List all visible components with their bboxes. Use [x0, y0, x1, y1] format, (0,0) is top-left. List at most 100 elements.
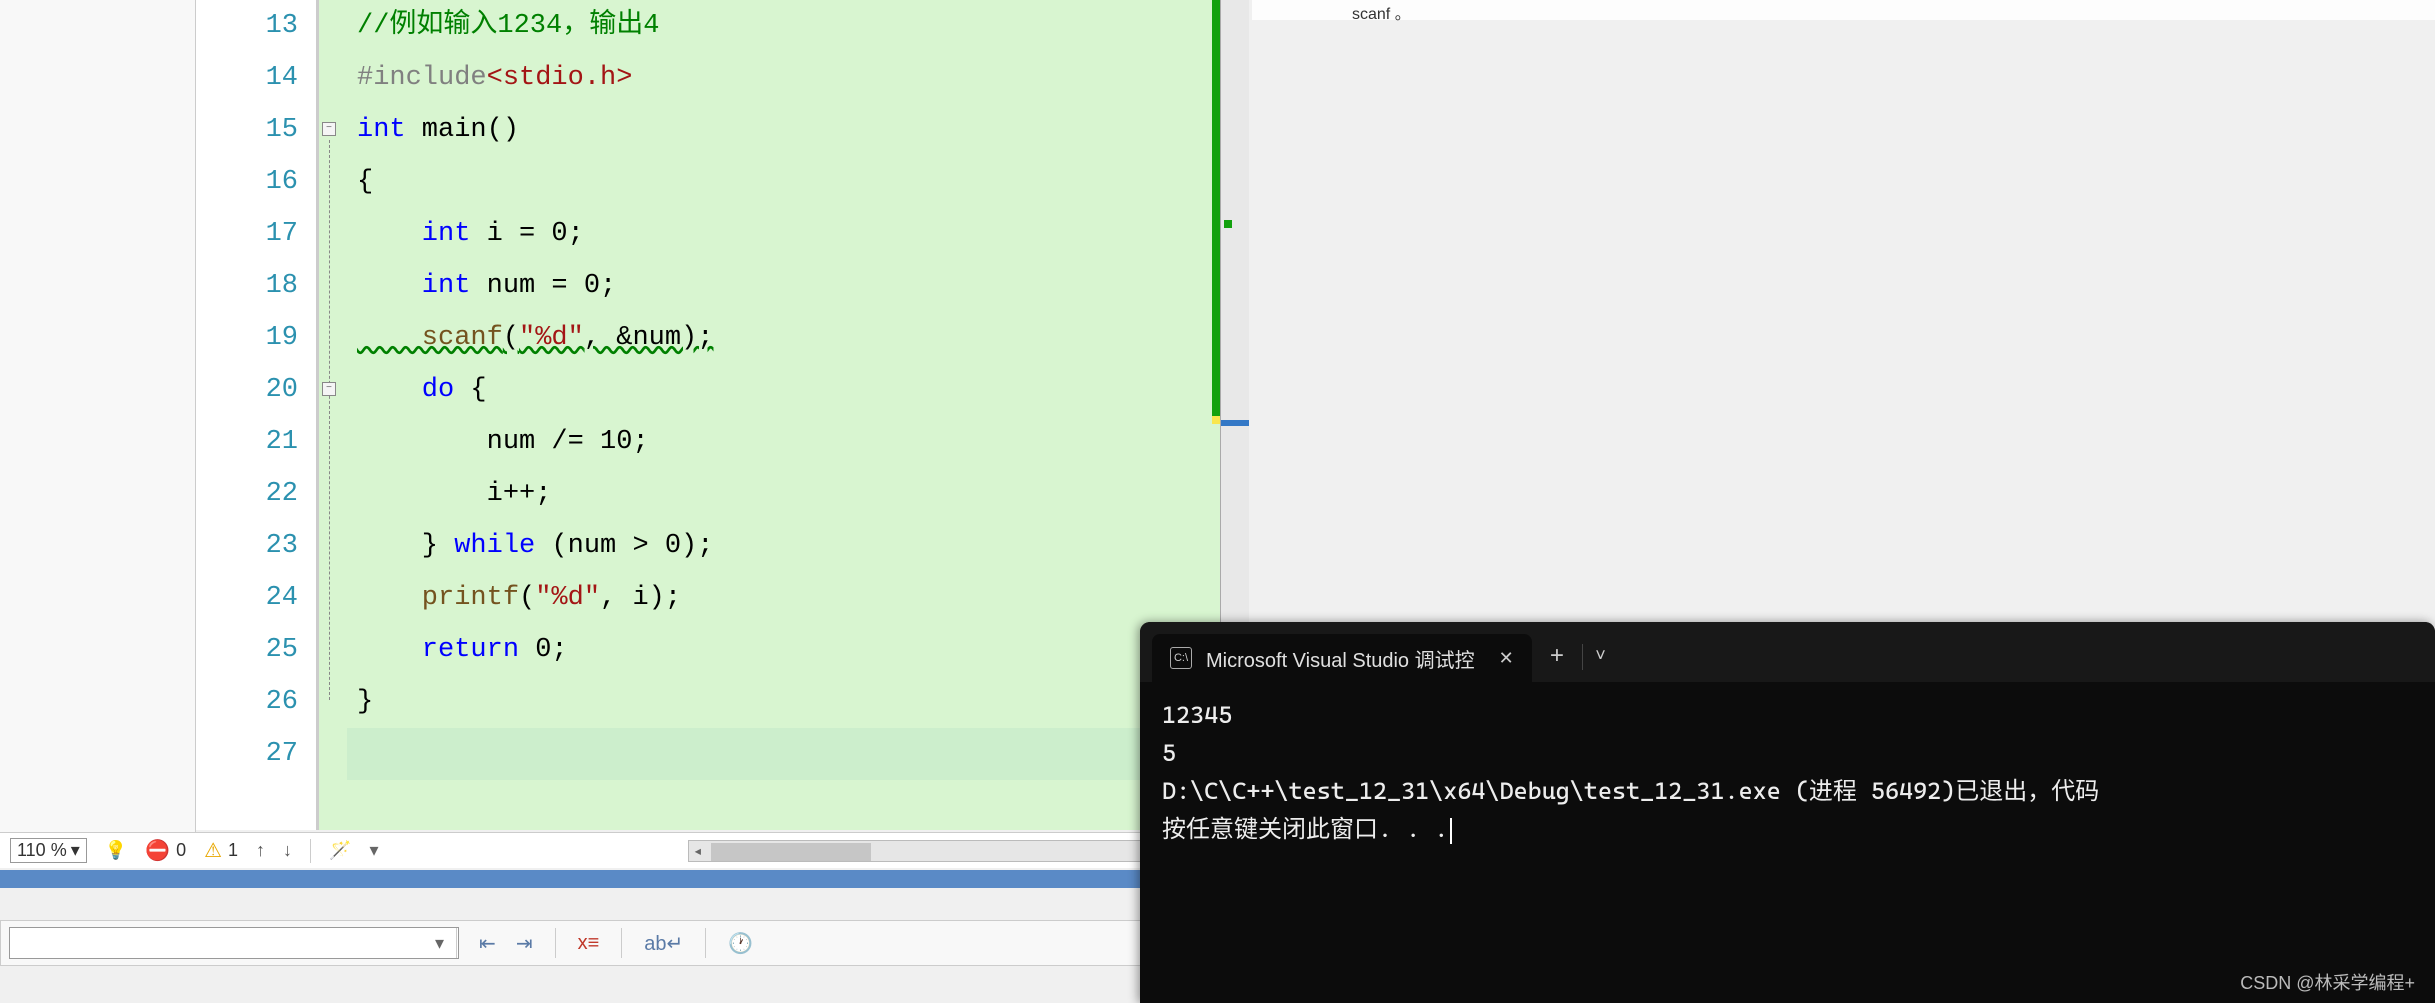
chevron-down-icon[interactable]: ▾ [369, 840, 378, 861]
statement: i++; [357, 479, 551, 509]
return-value: 0; [519, 635, 568, 665]
console-tab-active[interactable]: C:\ Microsoft Visual Studio 调试控 ✕ [1152, 634, 1532, 682]
code-line[interactable]: } [347, 676, 1220, 728]
paren: ( [519, 583, 535, 613]
line-number: 23 [196, 520, 298, 572]
condition: (num > 0); [535, 531, 713, 561]
warning-count-value: 1 [228, 840, 238, 861]
find-toolbar: ▾ ⇤ ⇥ x≡ ab↵ 🕐 [0, 920, 1250, 966]
do-keyword: do [357, 375, 454, 405]
indent-right-icon[interactable]: ⇥ [516, 931, 533, 956]
tooltip-panel: scanf 。 [1252, 0, 2435, 20]
line-number-gutter: 13 14 15 16 17 18 19 20 21 22 23 24 25 2… [196, 0, 316, 830]
scrollbar-thumb[interactable] [711, 843, 871, 861]
window-divider [0, 870, 1250, 888]
code-line[interactable]: return 0; [347, 624, 1220, 676]
nav-down-icon[interactable]: ↓ [283, 840, 292, 861]
zoom-selector[interactable]: 110 % ▾ [10, 838, 87, 863]
printf-call: printf [357, 583, 519, 613]
separator [310, 839, 311, 863]
line-number: 25 [196, 624, 298, 676]
scroll-left-icon[interactable]: ◂ [693, 841, 703, 861]
indent-left-icon[interactable]: ⇤ [479, 931, 496, 956]
code-line-current[interactable] [347, 728, 1220, 780]
separator [705, 928, 706, 958]
horizontal-scrollbar[interactable]: ◂ ▸ [688, 840, 1218, 862]
code-line[interactable]: printf("%d", i); [347, 572, 1220, 624]
code-area[interactable]: − − //例如输入1234，输出4 #include<stdio.h> int… [316, 0, 1220, 830]
line-number: 13 [196, 0, 298, 52]
line-number: 16 [196, 156, 298, 208]
paren: ( [503, 323, 519, 353]
console-line: 按任意键关闭此窗口. . . [1162, 815, 1448, 843]
console-line: D:\C\C++\test_12_31\x64\Debug\test_12_31… [1162, 777, 2099, 805]
fold-toggle-icon[interactable]: − [322, 382, 336, 396]
chevron-down-icon[interactable]: ˅ [1583, 647, 1618, 667]
comment-text: //例如输入1234，输出4 [357, 11, 659, 41]
line-number: 27 [196, 728, 298, 780]
console-line: 5 [1162, 739, 1176, 767]
return-keyword: return [357, 635, 519, 665]
code-line[interactable]: } while (num > 0); [347, 520, 1220, 572]
console-tab-bar: C:\ Microsoft Visual Studio 调试控 ✕ + ˅ [1140, 622, 2435, 682]
code-line[interactable]: do { [347, 364, 1220, 416]
error-count-value: 0 [176, 840, 186, 861]
warning-count[interactable]: ⚠ 1 [204, 838, 238, 863]
solution-explorer-pane [0, 0, 196, 850]
statement: num /= 10; [357, 427, 649, 457]
terminal-icon: C:\ [1170, 647, 1192, 669]
line-number: 19 [196, 312, 298, 364]
close-icon[interactable]: ✕ [1499, 648, 1514, 669]
error-icon: ⛔ [145, 838, 170, 863]
fold-toggle-icon[interactable]: − [322, 122, 336, 136]
line-number: 20 [196, 364, 298, 416]
word-wrap-icon[interactable]: ab↵ [644, 931, 683, 956]
code-editor[interactable]: 13 14 15 16 17 18 19 20 21 22 23 24 25 2… [196, 0, 1221, 830]
new-tab-button[interactable]: + [1532, 644, 1582, 671]
brace: } [357, 531, 454, 561]
code-line[interactable]: int main() [347, 104, 1220, 156]
type-keyword: int [357, 115, 406, 145]
main-decl: main() [406, 115, 519, 145]
error-count[interactable]: ⛔ 0 [145, 838, 186, 863]
timestamp-icon[interactable]: 🕐 [728, 931, 753, 956]
clear-icon[interactable]: x≡ [578, 932, 600, 955]
code-line[interactable]: #include<stdio.h> [347, 52, 1220, 104]
scanf-call: scanf [357, 323, 503, 353]
code-line[interactable]: int num = 0; [347, 260, 1220, 312]
code-line[interactable]: { [347, 156, 1220, 208]
separator [621, 928, 622, 958]
console-cursor [1450, 818, 1452, 844]
line-number: 26 [196, 676, 298, 728]
code-line[interactable]: int i = 0; [347, 208, 1220, 260]
chevron-down-icon: ▾ [71, 840, 80, 861]
separator [555, 928, 556, 958]
fold-guide [329, 140, 330, 700]
code-line[interactable]: i++; [347, 468, 1220, 520]
line-number: 18 [196, 260, 298, 312]
scroll-marker-green [1224, 220, 1232, 228]
search-input[interactable] [9, 927, 459, 959]
scroll-marker-caret [1221, 420, 1249, 426]
brace: { [454, 375, 486, 405]
type-keyword: int [357, 219, 470, 249]
printf-args: , i); [600, 583, 681, 613]
code-line[interactable]: scanf("%d", &num); [347, 312, 1220, 364]
cleanup-icon[interactable]: 🪄 [329, 840, 351, 861]
lightbulb-icon[interactable]: 💡 [105, 840, 127, 861]
code-line[interactable]: //例如输入1234，输出4 [347, 0, 1220, 52]
var-decl: i = 0; [470, 219, 583, 249]
zoom-level: 110 % [17, 840, 67, 861]
format-string: "%d" [519, 323, 584, 353]
console-output[interactable]: 12345 5 D:\C\C++\test_12_31\x64\Debug\te… [1140, 682, 2435, 862]
code-line[interactable]: num /= 10; [347, 416, 1220, 468]
console-line: 12345 [1162, 701, 1232, 729]
line-number: 14 [196, 52, 298, 104]
nav-up-icon[interactable]: ↑ [256, 840, 265, 861]
watermark-text: CSDN @林采学编程+ [2240, 969, 2415, 995]
chevron-down-icon[interactable]: ▾ [435, 933, 444, 954]
debug-console-window[interactable]: C:\ Microsoft Visual Studio 调试控 ✕ + ˅ 12… [1140, 622, 2435, 1003]
while-keyword: while [454, 531, 535, 561]
console-tab-title: Microsoft Visual Studio 调试控 [1206, 644, 1475, 673]
line-number: 22 [196, 468, 298, 520]
